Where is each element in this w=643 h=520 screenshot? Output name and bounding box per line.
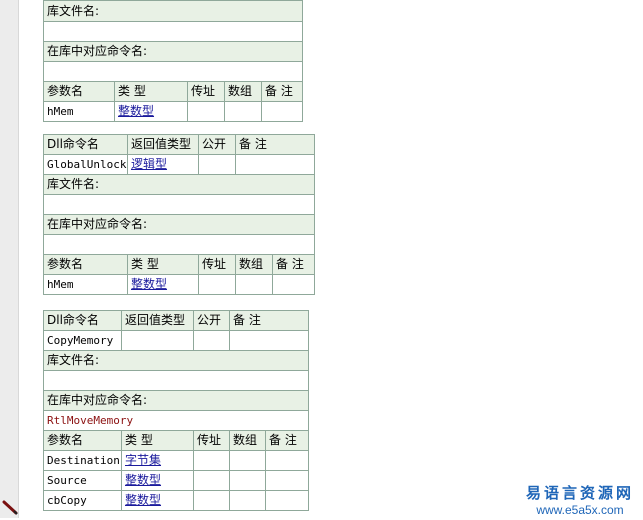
- param-array-cell[interactable]: [229, 490, 266, 511]
- lib-file-field[interactable]: [42, 194, 316, 215]
- param-row: Destination 字节集: [43, 450, 310, 471]
- param-note-header: 备 注: [271, 254, 316, 275]
- param-row: cbCopy 整数型: [43, 490, 310, 511]
- param-array-cell[interactable]: [229, 450, 266, 471]
- lib-command-label: 在库中对应命令名:: [42, 390, 310, 411]
- lib-file-field[interactable]: [42, 21, 304, 42]
- param-array-cell[interactable]: [229, 470, 266, 491]
- param-byref-cell[interactable]: [187, 101, 225, 122]
- param-type-header: 类 型: [127, 254, 199, 275]
- param-note-cell[interactable]: [271, 274, 316, 295]
- param-note-header: 备 注: [260, 81, 304, 102]
- public-header: 公开: [198, 134, 236, 155]
- lib-file-label: 库文件名:: [42, 0, 304, 22]
- return-type-cell[interactable]: 逻辑型: [127, 154, 199, 175]
- dll-name-header: Dll命令名: [43, 134, 128, 155]
- watermark-title: 易语言资源网: [525, 484, 634, 502]
- public-cell[interactable]: [198, 154, 236, 175]
- param-row: Source 整数型: [43, 470, 310, 491]
- dll-name-cell[interactable]: CopyMemory: [43, 330, 122, 351]
- note-header: 备 注: [228, 310, 310, 331]
- note-cell[interactable]: [228, 330, 310, 351]
- param-byref-header: 传址: [193, 430, 230, 451]
- param-array-header: 数组: [224, 81, 262, 102]
- param-byref-cell[interactable]: [193, 470, 230, 491]
- param-type-header: 类 型: [114, 81, 188, 102]
- editor-gutter: [0, 0, 19, 518]
- lib-command-label: 在库中对应命令名:: [42, 41, 304, 62]
- note-header: 备 注: [234, 134, 316, 155]
- param-type-header: 类 型: [121, 430, 194, 451]
- lib-command-field[interactable]: RtlMoveMemory: [42, 410, 310, 431]
- param-type-cell[interactable]: 整数型: [121, 490, 194, 511]
- dll-name-cell[interactable]: GlobalUnlock: [43, 154, 128, 175]
- lib-command-field[interactable]: [42, 234, 316, 255]
- lib-file-label: 库文件名:: [42, 174, 316, 195]
- param-byref-cell[interactable]: [198, 274, 236, 295]
- lib-file-label: 库文件名:: [42, 350, 310, 371]
- param-array-header: 数组: [229, 430, 266, 451]
- param-type-cell[interactable]: 整数型: [114, 101, 188, 122]
- param-name-cell[interactable]: hMem: [43, 101, 115, 122]
- param-byref-cell[interactable]: [193, 490, 230, 511]
- param-name-header: 参数名: [43, 81, 115, 102]
- param-array-cell[interactable]: [235, 274, 273, 295]
- site-watermark: 易语言资源网 www.e5a5x.com: [520, 482, 640, 517]
- param-row: hMem 整数型: [43, 274, 316, 295]
- param-byref-header: 传址: [198, 254, 236, 275]
- param-name-cell[interactable]: cbCopy: [43, 490, 122, 511]
- param-note-cell[interactable]: [264, 470, 310, 491]
- lib-command-label: 在库中对应命令名:: [42, 214, 316, 235]
- param-name-cell[interactable]: Destination: [43, 450, 122, 471]
- lib-file-field[interactable]: [42, 370, 310, 391]
- param-type-cell[interactable]: 字节集: [121, 450, 194, 471]
- public-header: 公开: [193, 310, 230, 331]
- param-note-cell[interactable]: [264, 490, 310, 511]
- param-name-cell[interactable]: hMem: [43, 274, 128, 295]
- public-cell[interactable]: [193, 330, 230, 351]
- param-note-cell[interactable]: [264, 450, 310, 471]
- pencil-icon: [2, 500, 18, 516]
- dll-name-header: Dll命令名: [43, 310, 122, 331]
- return-type-header: 返回值类型: [127, 134, 199, 155]
- param-row: hMem 整数型: [43, 101, 304, 122]
- param-array-header: 数组: [235, 254, 273, 275]
- dll-command-table-3: Dll命令名 返回值类型 公开 备 注 CopyMemory 库文件名: 在库中…: [42, 310, 310, 511]
- dll-command-table-2: Dll命令名 返回值类型 公开 备 注 GlobalUnlock 逻辑型 库文件…: [42, 134, 316, 295]
- return-type-header: 返回值类型: [121, 310, 194, 331]
- lib-command-field[interactable]: [42, 61, 304, 82]
- param-name-cell[interactable]: Source: [43, 470, 122, 491]
- watermark-url: www.e5a5x.com: [536, 503, 624, 517]
- param-note-header: 备 注: [264, 430, 310, 451]
- param-array-cell[interactable]: [224, 101, 262, 122]
- param-type-cell[interactable]: 整数型: [121, 470, 194, 491]
- return-type-cell[interactable]: [121, 330, 194, 351]
- param-name-header: 参数名: [43, 254, 128, 275]
- param-name-header: 参数名: [43, 430, 122, 451]
- param-byref-header: 传址: [187, 81, 225, 102]
- dll-command-table-1: 库文件名: 在库中对应命令名: 参数名 类 型 传址 数组 备 注 hMem 整…: [42, 0, 304, 122]
- param-note-cell[interactable]: [260, 101, 304, 122]
- note-cell[interactable]: [234, 154, 316, 175]
- param-byref-cell[interactable]: [193, 450, 230, 471]
- param-type-cell[interactable]: 整数型: [127, 274, 199, 295]
